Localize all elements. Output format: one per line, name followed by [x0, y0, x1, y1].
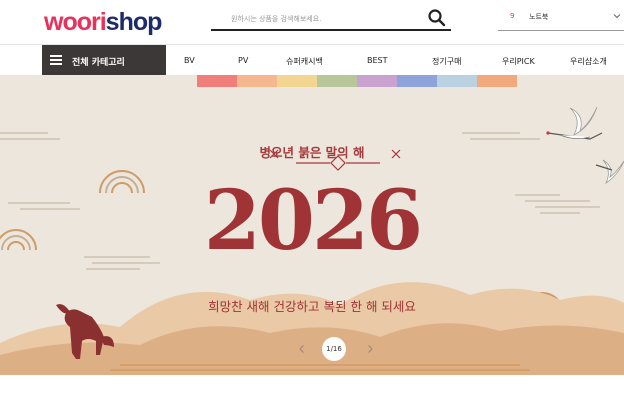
logo-text-shop: shop [105, 8, 163, 36]
menu-icon [50, 55, 62, 65]
chevron-down-icon [613, 14, 621, 19]
search-input[interactable] [231, 11, 421, 27]
search-icon[interactable] [427, 8, 447, 28]
nav-item-best[interactable]: BEST [367, 56, 388, 65]
recent-search-term: 노트북 [529, 13, 549, 21]
main-nav: 전체 카테고리 BV PV 슈퍼캐시백 BEST 정기구매 우리PICK 우리샵… [0, 44, 624, 76]
chevron-right-icon[interactable] [364, 343, 376, 355]
recent-search-count: 9 [510, 12, 515, 20]
nav-item-super-cashback[interactable]: 슈퍼캐시백 [286, 56, 323, 67]
page-bottom-area [0, 375, 624, 394]
all-categories-button[interactable]: 전체 카테고리 [42, 45, 166, 76]
nav-item-woori-pick[interactable]: 우리PICK [502, 56, 535, 67]
search-box [211, 7, 451, 31]
recent-search-dropdown[interactable]: 9 노트북 [498, 7, 624, 31]
chevron-left-icon[interactable] [296, 343, 308, 355]
ribbon-strip [197, 75, 517, 87]
nav-item-about[interactable]: 우리샵소개 [570, 56, 607, 67]
logo-text-woori: woori [44, 8, 107, 36]
hero-banner[interactable]: 병오년 붉은 말의 해 2026 희망찬 새해 건강하고 복된 한 해 되세요 … [0, 75, 624, 375]
banner-greeting: 희망찬 새해 건강하고 복된 한 해 되세요 [208, 299, 416, 314]
banner-pagination: 1/16 [296, 337, 380, 361]
banner-tagline: 병오년 붉은 말의 해 [259, 145, 365, 160]
crane-left [546, 106, 603, 140]
site-header: woorishop 9 노트북 [0, 0, 624, 44]
nav-item-pv[interactable]: PV [238, 56, 248, 65]
wooreeshop-logo[interactable]: woorishop [44, 8, 163, 36]
nav-item-subscription[interactable]: 정기구매 [432, 56, 461, 67]
banner-year: 2026 [203, 173, 423, 269]
all-categories-label: 전체 카테고리 [72, 58, 125, 68]
slide-indicator: 1/16 [322, 337, 346, 361]
nav-item-bv[interactable]: BV [184, 56, 195, 65]
